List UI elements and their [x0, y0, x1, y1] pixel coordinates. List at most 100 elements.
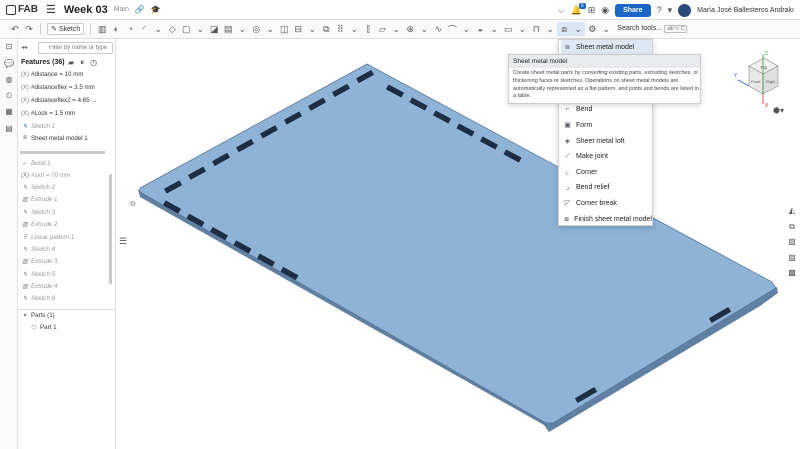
feature-item[interactable]: ⧈ Sheet metal model 1: [21, 135, 88, 142]
feature-list-scrollbar[interactable]: [109, 174, 112, 284]
split-icon[interactable]: ⊟: [291, 22, 305, 36]
chevron-down-icon[interactable]: ⌄: [571, 22, 586, 36]
appearance-icon[interactable]: ◍: [3, 75, 15, 87]
menu-icon[interactable]: ☰: [46, 3, 56, 16]
history-icon[interactable]: ⏲: [3, 91, 15, 103]
avatar[interactable]: [678, 3, 692, 17]
menu-item-bend-relief[interactable]: ⌟ Bend relief: [561, 180, 652, 194]
thicken-icon[interactable]: ▭: [501, 22, 515, 36]
boolean-icon[interactable]: ◫: [277, 22, 291, 36]
chevron-down-icon[interactable]: ⌄: [235, 22, 249, 36]
feature-item[interactable]: ▥ Extrude 1: [21, 196, 57, 203]
view-options-icon[interactable]: ⬢▾: [773, 106, 784, 115]
sweep-icon[interactable]: ◔: [123, 22, 137, 36]
feature-item[interactable]: ✎ Sketch 2: [21, 184, 55, 191]
extrude-icon[interactable]: ▥: [95, 22, 109, 36]
pause-icon[interactable]: ⏸: [80, 58, 84, 68]
draft-icon[interactable]: ◪: [207, 22, 221, 36]
feature-item[interactable]: ✎ Sketch 3: [21, 209, 55, 216]
chevron-down-icon[interactable]: ⌄: [417, 22, 431, 36]
help-icon[interactable]: ?: [657, 5, 662, 15]
feature-item[interactable]: (X) #distance = 10 mm: [21, 71, 83, 78]
insert-icon[interactable]: ⊡: [3, 42, 15, 54]
chamfer-icon[interactable]: ◇: [165, 22, 179, 36]
helix-icon[interactable]: ∿: [431, 22, 445, 36]
search-tools-input[interactable]: Search tools... alt/⌥ C: [617, 25, 688, 33]
rib-icon[interactable]: ▤: [221, 22, 235, 36]
chevron-down-icon[interactable]: ⌄: [599, 22, 613, 36]
chevron-down-icon[interactable]: ⌄: [263, 22, 277, 36]
revolve-icon[interactable]: ◐: [109, 22, 123, 36]
chevron-down-icon[interactable]: ⌄: [347, 22, 361, 36]
chevron-down-icon[interactable]: ⌄: [151, 22, 165, 36]
feature-item[interactable]: (X) #Lock = 1.5 mm: [21, 110, 75, 117]
feature-item[interactable]: ▥ Extrude 4: [21, 283, 57, 290]
feature-item[interactable]: ✎ Sketch 5: [21, 271, 55, 278]
menu-item-sheet-metal-loft[interactable]: ◈ Sheet metal loft: [561, 134, 652, 148]
document-title[interactable]: Week 03: [64, 4, 108, 16]
menu-item-bend[interactable]: ⌐ Bend: [561, 102, 652, 116]
panel-collapse-icon[interactable]: ⇸: [21, 43, 28, 52]
feature-item[interactable]: ▥ Extrude 3: [21, 258, 57, 265]
feature-item[interactable]: (X) #distanceflex = 3.5 mm: [21, 84, 95, 91]
folder-icon[interactable]: ▰: [68, 58, 74, 68]
mirror-icon[interactable]: ⫿: [361, 22, 375, 36]
comments-icon[interactable]: 💬: [3, 59, 15, 71]
flat-view-icon[interactable]: ▩: [786, 268, 798, 280]
menu-item-sheet-metal-model[interactable]: ⧈ Sheet metal model: [561, 40, 652, 54]
features-header[interactable]: Features (36): [21, 59, 65, 66]
chevron-down-icon[interactable]: ⌄: [487, 22, 501, 36]
menu-item-corner[interactable]: ⌞ Corner: [561, 165, 652, 179]
education-icon[interactable]: 🎓: [151, 5, 161, 14]
sketch-button[interactable]: ✎ Sketch: [47, 23, 85, 35]
branch-label[interactable]: Main: [114, 6, 129, 13]
hole-icon[interactable]: ◎: [249, 22, 263, 36]
origin-icon[interactable]: ⊙: [130, 200, 136, 208]
mass-properties-icon[interactable]: ⧉: [786, 222, 798, 234]
feature-item[interactable]: ✎ Sketch 8: [21, 295, 55, 302]
redo-icon[interactable]: ↷: [22, 22, 36, 36]
view-cube[interactable]: Top Front Right Z Y X: [730, 46, 792, 109]
chevron-down-icon[interactable]: ⌄: [515, 22, 529, 36]
measure-icon[interactable]: ◭: [786, 206, 798, 218]
curve-icon[interactable]: ⌒: [445, 22, 459, 36]
rollback-bar[interactable]: [20, 151, 105, 154]
mate-connector-icon[interactable]: ⊕: [403, 22, 417, 36]
feature-item[interactable]: ✎ Sketch 4: [21, 246, 55, 253]
feature-item[interactable]: ⠿ Linear pattern 1: [21, 234, 75, 241]
parts-header[interactable]: ▾ Parts (1): [21, 312, 54, 319]
feature-item[interactable]: (X) #distanceflex2 = 4.65 ...: [21, 97, 97, 104]
plane-icon[interactable]: ▱: [375, 22, 389, 36]
menu-item-finish-sheet-metal-model[interactable]: ⧇ Finish sheet metal model: [561, 212, 652, 226]
onshape-logo[interactable]: FAB: [6, 4, 38, 15]
transform-icon[interactable]: ⧉: [319, 22, 333, 36]
link-icon[interactable]: 🔗: [135, 5, 145, 14]
part-item[interactable]: ⬡ Part 1: [30, 324, 56, 331]
version-icon[interactable]: ⌵: [558, 5, 565, 16]
chevron-down-icon[interactable]: ⌄: [389, 22, 403, 36]
feature-item[interactable]: ▥ Extrude 2: [21, 221, 57, 228]
learning-icon[interactable]: ◉: [601, 5, 609, 16]
share-button[interactable]: Share: [615, 3, 651, 17]
apps-icon[interactable]: ⊞: [588, 5, 596, 16]
chevron-down-icon[interactable]: ⌄: [459, 22, 473, 36]
menu-item-form[interactable]: ▣ Form: [561, 118, 652, 132]
user-name[interactable]: María José Ballesteros Andrakı: [697, 7, 794, 14]
chevron-down-icon[interactable]: ▾: [668, 5, 673, 16]
sheet-metal-icon[interactable]: ⧈: [557, 22, 572, 36]
pattern-icon[interactable]: ⠿: [333, 22, 347, 36]
chevron-down-icon[interactable]: ⌄: [305, 22, 319, 36]
frame-icon[interactable]: ⊓: [529, 22, 543, 36]
shell-icon[interactable]: ▢: [179, 22, 193, 36]
feature-item[interactable]: (X) #slot = 70 mm: [21, 172, 70, 179]
surface-icon[interactable]: ◒: [473, 22, 487, 36]
render-icon[interactable]: ▨: [786, 253, 798, 265]
feature-item[interactable]: ✎ Sketch 1: [21, 123, 55, 130]
feature-item[interactable]: ⌐ Bend 1: [21, 160, 50, 167]
variables-icon[interactable]: ▦: [3, 107, 15, 119]
timer-icon[interactable]: ◷: [90, 58, 97, 68]
menu-item-corner-break[interactable]: ◸ Corner break: [561, 196, 652, 210]
notifications-icon[interactable]: 🔔 6: [570, 2, 586, 16]
list-toggle-icon[interactable]: ☰: [119, 236, 127, 247]
undo-icon[interactable]: ↶: [8, 22, 22, 36]
